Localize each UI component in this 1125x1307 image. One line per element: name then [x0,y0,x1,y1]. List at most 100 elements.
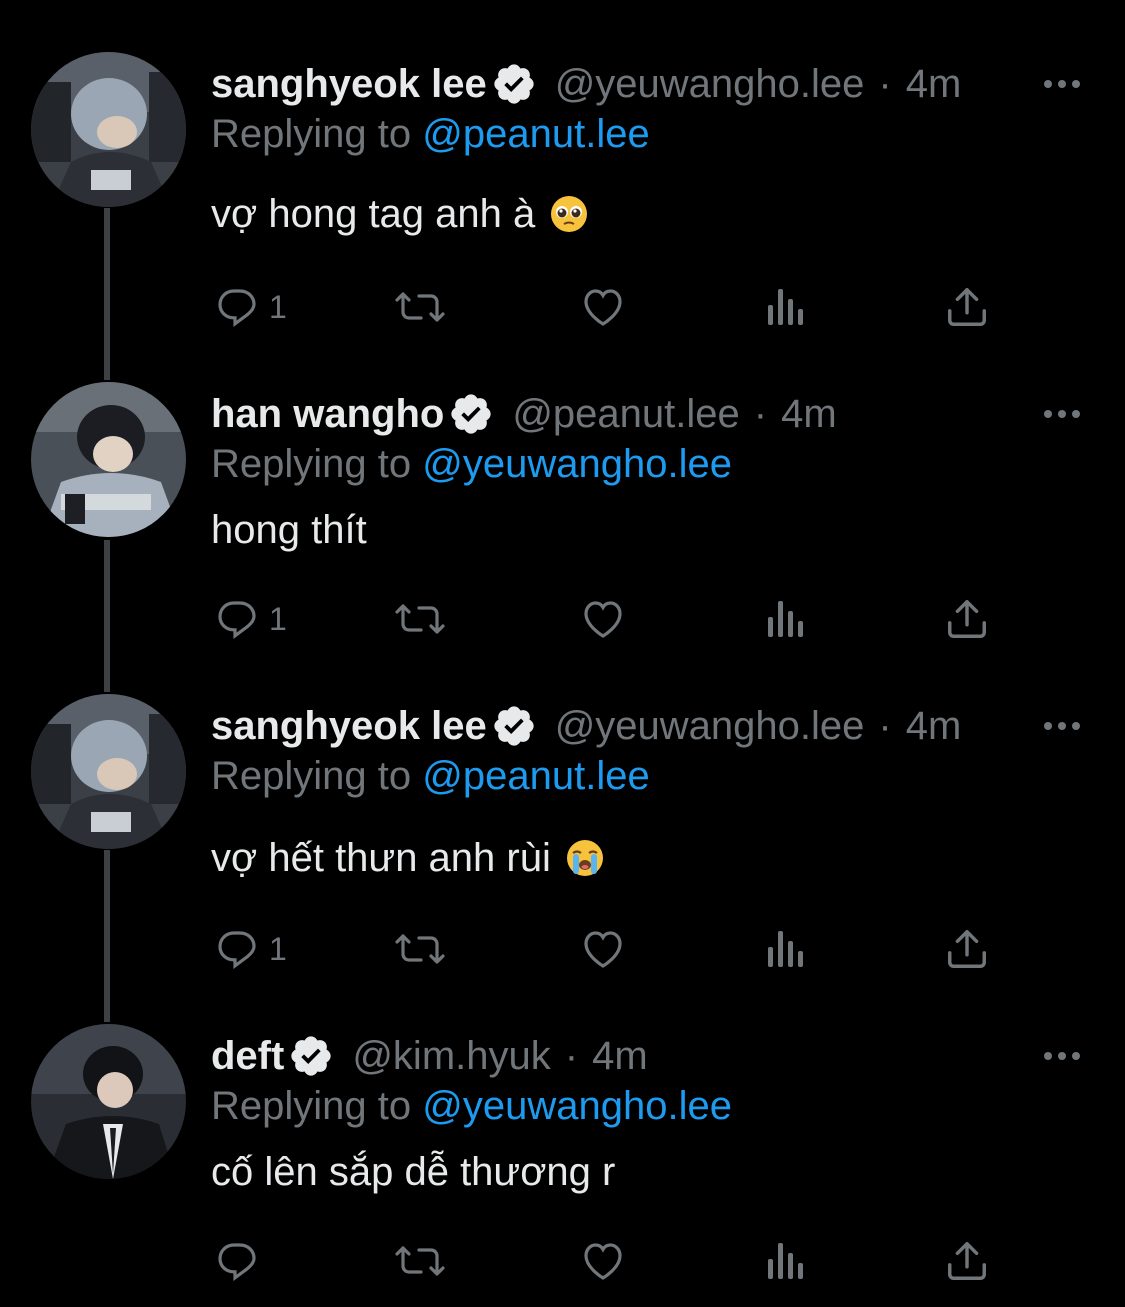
reply-icon [213,283,261,331]
reply-count: 1 [269,600,287,637]
separator-dot: · [878,704,892,748]
retweet-icon [393,925,447,973]
tweet-actions: 1 [0,594,1125,644]
views-icon [764,283,808,331]
reply-icon [213,1237,261,1285]
reply-button[interactable]: 1 [213,924,287,974]
tweet[interactable]: sanghyeok lee @yeuwangho.lee · 4m Replyi… [0,694,1125,984]
avatar[interactable] [31,1024,186,1179]
retweet-button[interactable] [393,924,447,974]
replying-to-mention[interactable]: @yeuwangho.lee [422,1084,732,1128]
replying-to-label: Replying to [211,1084,412,1128]
retweet-icon [393,595,447,643]
retweet-icon [393,1237,447,1285]
retweet-button[interactable] [393,1236,447,1286]
share-button[interactable] [944,282,990,332]
avatar[interactable] [31,52,186,207]
tweet[interactable]: deft @kim.hyuk · 4m Replying to @yeuwang… [0,1024,1125,1294]
reply-count: 1 [269,930,287,967]
more-options-icon[interactable] [1042,406,1082,422]
tweet-text: hong thít [211,508,367,552]
views-icon [764,595,808,643]
tweet-text-row: hong thít [211,504,367,556]
verified-badge-icon [491,703,537,749]
avatar[interactable] [31,382,186,537]
user-handle[interactable]: @kim.hyuk [352,1030,550,1082]
replying-to-line: Replying to @yeuwangho.lee [211,1080,732,1132]
pleading-face-emoji [549,194,589,234]
views-button[interactable] [764,594,808,644]
views-button[interactable] [764,1236,808,1286]
like-icon [578,283,628,331]
timestamp[interactable]: 4m [592,1030,648,1082]
like-icon [578,595,628,643]
views-button[interactable] [764,282,808,332]
user-handle[interactable]: @yeuwangho.lee [555,58,865,110]
tweet-text: vợ hong tag anh à [211,192,536,236]
like-icon [578,1237,628,1285]
tweet-actions: 1 [0,282,1125,332]
tweet-text: cố lên sắp dễ thương r [211,1150,616,1194]
loudly-crying-face-emoji [565,838,605,878]
tweet-header: sanghyeok lee @yeuwangho.lee · 4m [211,700,961,752]
share-icon [944,595,990,643]
timestamp[interactable]: 4m [781,388,837,440]
reply-icon [213,595,261,643]
more-options-icon[interactable] [1042,76,1082,92]
verified-badge-icon [288,1033,334,1079]
share-icon [944,925,990,973]
like-button[interactable] [578,282,628,332]
views-button[interactable] [764,924,808,974]
views-icon [764,925,808,973]
tweet[interactable]: han wangho @peanut.lee · 4m Replying to … [0,382,1125,672]
like-icon [578,925,628,973]
replying-to-line: Replying to @peanut.lee [211,750,650,802]
share-button[interactable] [944,594,990,644]
share-button[interactable] [944,1236,990,1286]
tweet-text-row: vợ hong tag anh à [211,188,589,240]
replying-to-line: Replying to @yeuwangho.lee [211,438,732,490]
tweet[interactable]: sanghyeok lee @yeuwangho.lee · 4m Replyi… [0,52,1125,342]
reply-button[interactable]: 1 [213,594,287,644]
separator-dot: · [753,392,768,436]
share-icon [944,283,990,331]
retweet-button[interactable] [393,282,447,332]
tweet-text-row: cố lên sắp dễ thương r [211,1146,615,1198]
separator-dot: · [564,1034,579,1078]
tweet-text-row: vợ hết thưn anh rùi [211,832,605,884]
verified-badge-icon [448,391,494,437]
replying-to-label: Replying to [211,754,412,798]
display-name[interactable]: deft [211,1030,284,1082]
user-handle[interactable]: @peanut.lee [512,388,739,440]
display-name[interactable]: sanghyeok lee [211,700,487,752]
replying-to-label: Replying to [211,442,412,486]
reply-thread: sanghyeok lee @yeuwangho.lee · 4m Replyi… [0,0,1125,1307]
verified-badge-icon [491,61,537,107]
replying-to-label: Replying to [211,112,412,156]
like-button[interactable] [578,594,628,644]
more-options-icon[interactable] [1042,718,1082,734]
retweet-icon [393,283,447,331]
display-name[interactable]: sanghyeok lee [211,58,487,110]
user-handle[interactable]: @yeuwangho.lee [555,700,865,752]
more-options-icon[interactable] [1042,1048,1082,1064]
replying-to-mention[interactable]: @peanut.lee [422,754,649,798]
like-button[interactable] [578,1236,628,1286]
reply-button[interactable] [213,1236,269,1286]
retweet-button[interactable] [393,594,447,644]
tweet-actions: 1 [0,924,1125,974]
timestamp[interactable]: 4m [906,58,962,110]
like-button[interactable] [578,924,628,974]
tweet-header: deft @kim.hyuk · 4m [211,1030,648,1082]
reply-count: 1 [269,288,287,325]
share-button[interactable] [944,924,990,974]
reply-button[interactable]: 1 [213,282,287,332]
replying-to-line: Replying to @peanut.lee [211,108,650,160]
replying-to-mention[interactable]: @yeuwangho.lee [422,442,732,486]
display-name[interactable]: han wangho [211,388,444,440]
share-icon [944,1237,990,1285]
tweet-actions [0,1236,1125,1286]
timestamp[interactable]: 4m [906,700,962,752]
avatar[interactable] [31,694,186,849]
replying-to-mention[interactable]: @peanut.lee [422,112,649,156]
